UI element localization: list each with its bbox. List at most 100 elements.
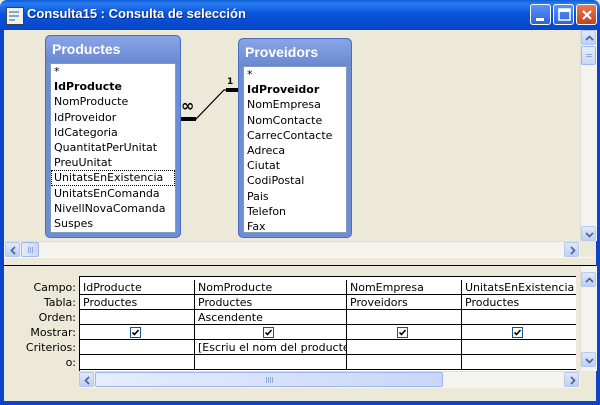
grid-cell-campo[interactable]: IdProducte: [80, 280, 195, 295]
grid-cell-criterios[interactable]: [Escriu el nom del producte:]: [195, 340, 347, 355]
table-window-title[interactable]: Productes: [46, 36, 180, 63]
arrow-right-icon: [570, 376, 576, 385]
grid-cell-tabla[interactable]: Productes: [462, 295, 576, 310]
field-item[interactable]: NomContacte: [244, 113, 346, 128]
show-checkbox[interactable]: [263, 327, 274, 338]
grid-cell-criterios[interactable]: [80, 340, 195, 355]
field-item[interactable]: NomEmpresa: [244, 97, 346, 112]
grid-cell-criterios[interactable]: [347, 340, 462, 355]
window-frame-bottom: [0, 401, 600, 405]
row-label-o: o:: [65, 356, 76, 369]
field-item[interactable]: Pais: [244, 189, 346, 204]
scroll-up-button[interactable]: [581, 272, 596, 287]
diagram-horizontal-scrollbar[interactable]: [4, 241, 580, 258]
field-item[interactable]: Adreca: [244, 143, 346, 158]
table-window-title[interactable]: Proveidors: [239, 39, 351, 66]
design-grid[interactable]: IdProducte Productes NomProducte Product…: [79, 276, 576, 372]
field-item[interactable]: *: [51, 64, 175, 79]
field-item[interactable]: UnitatsEnComanda: [51, 186, 175, 201]
field-item-key[interactable]: IdProducte: [51, 79, 175, 94]
scroll-thumb[interactable]: [21, 242, 39, 257]
maximize-button[interactable]: [553, 4, 574, 25]
scroll-left-button[interactable]: [79, 372, 94, 387]
row-label-criterios: Criterios:: [25, 341, 76, 354]
grid-cell-orden[interactable]: [80, 310, 195, 325]
checkmark-icon: [513, 329, 522, 336]
show-checkbox[interactable]: [397, 327, 408, 338]
grid-cell-mostrar[interactable]: [195, 325, 347, 340]
show-checkbox[interactable]: [130, 327, 141, 338]
field-item[interactable]: *: [244, 67, 346, 82]
table-window-productes[interactable]: Productes * IdProducte NomProducte IdPro…: [45, 35, 181, 238]
minimize-icon: [536, 18, 544, 21]
grid-cell-orden[interactable]: [347, 310, 462, 325]
grid-cell-o[interactable]: [347, 355, 462, 370]
field-item[interactable]: Ciutat: [244, 158, 346, 173]
arrow-left-icon: [84, 376, 90, 385]
query-design-grid-pane: Campo: Tabla: Orden: Mostrar: Criterios:…: [4, 266, 597, 401]
field-item[interactable]: IdProveidor: [51, 110, 175, 125]
window-title: Consulta15 : Consulta de selección: [27, 6, 246, 21]
scroll-down-button[interactable]: [581, 352, 596, 367]
arrow-down-icon: [585, 232, 594, 238]
grid-cell-orden[interactable]: [462, 310, 576, 325]
field-item[interactable]: PreuUnitat: [51, 155, 175, 170]
field-item[interactable]: NivellNovaComanda: [51, 201, 175, 216]
diagram-vertical-scrollbar[interactable]: [580, 30, 597, 241]
relationship-many-label: ∞: [181, 96, 195, 115]
field-item-selected[interactable]: UnitatsEnExistencia: [51, 170, 175, 186]
grid-cell-campo[interactable]: UnitatsEnExistencia: [462, 280, 576, 295]
grid-cell-campo[interactable]: NomProducte: [195, 280, 347, 295]
grid-vertical-scrollbar[interactable]: [580, 266, 597, 371]
grid-cell-tabla[interactable]: Productes: [195, 295, 347, 310]
table-window-proveidors[interactable]: Proveidors * IdProveidor NomEmpresa NomC…: [238, 38, 352, 238]
scroll-thumb[interactable]: [95, 372, 443, 387]
grid-cell-tabla[interactable]: Proveidors: [347, 295, 462, 310]
title-bar[interactable]: Consulta15 : Consulta de selección: [0, 0, 600, 30]
field-item[interactable]: NomProducte: [51, 94, 175, 109]
close-button[interactable]: [576, 4, 597, 25]
arrow-down-icon: [585, 358, 594, 364]
field-list[interactable]: * IdProveidor NomEmpresa NomContacte Car…: [243, 66, 347, 233]
field-item-key[interactable]: IdProveidor: [244, 82, 346, 97]
grid-cell-orden[interactable]: Ascendente: [195, 310, 347, 325]
row-label-tabla: Tabla:: [43, 296, 76, 309]
scroll-corner: [580, 241, 596, 257]
scroll-thumb[interactable]: [581, 46, 596, 65]
field-item[interactable]: Fax: [244, 219, 346, 232]
grid-cell-criterios[interactable]: [462, 340, 576, 355]
scroll-right-button[interactable]: [564, 372, 579, 387]
field-list[interactable]: * IdProducte NomProducte IdProveidor IdC…: [50, 63, 176, 233]
scroll-left-button[interactable]: [5, 242, 20, 257]
field-item[interactable]: CarrecContacte: [244, 128, 346, 143]
arrow-left-icon: [10, 246, 16, 255]
field-item[interactable]: Telefon: [244, 204, 346, 219]
minimize-button[interactable]: [530, 4, 551, 25]
field-item[interactable]: QuantitatPerUnitat: [51, 140, 175, 155]
grid-cell-tabla[interactable]: Productes: [80, 295, 195, 310]
grid-cell-o[interactable]: [462, 355, 576, 370]
scroll-up-button[interactable]: [581, 30, 596, 45]
grid-cell-o[interactable]: [195, 355, 347, 370]
arrow-right-icon: [570, 246, 576, 255]
field-item[interactable]: CodiPostal: [244, 173, 346, 188]
grid-cell-o[interactable]: [80, 355, 195, 370]
checkmark-icon: [398, 329, 407, 336]
grid-cell-mostrar[interactable]: [347, 325, 462, 340]
diagram-area[interactable]: ∞ 1 Productes * IdProducte NomProducte I…: [4, 30, 580, 241]
grid-horizontal-scrollbar[interactable]: [79, 371, 580, 388]
scroll-right-button[interactable]: [564, 242, 579, 257]
checkmark-icon: [264, 329, 273, 336]
field-item[interactable]: IdCategoria: [51, 125, 175, 140]
close-icon: [582, 10, 592, 20]
row-label-mostrar: Mostrar:: [30, 326, 76, 339]
field-item[interactable]: Suspes: [51, 216, 175, 231]
grid-cell-campo[interactable]: NomEmpresa: [347, 280, 462, 295]
grid-cell-mostrar[interactable]: [462, 325, 576, 340]
query-icon: [6, 7, 24, 25]
scroll-down-button[interactable]: [581, 226, 596, 241]
checkmark-icon: [131, 329, 140, 336]
pane-splitter[interactable]: [4, 257, 596, 266]
grid-cell-mostrar[interactable]: [80, 325, 195, 340]
show-checkbox[interactable]: [512, 327, 523, 338]
